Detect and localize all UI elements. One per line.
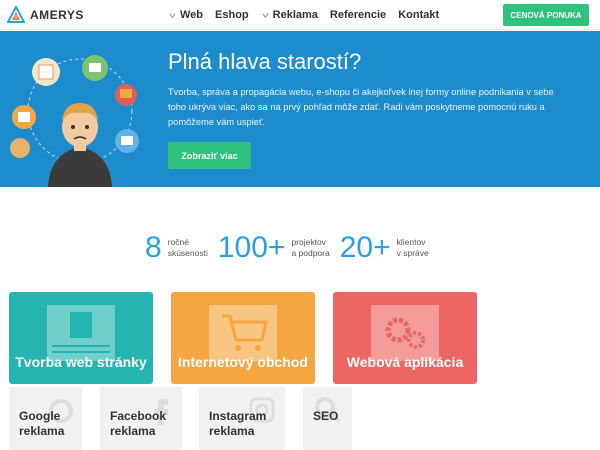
menu-item-label: Web xyxy=(180,9,204,21)
menu-item-web[interactable]: Web xyxy=(168,9,203,21)
small-service-label: Google reklama xyxy=(19,409,64,439)
hero-description: Tvorba, správa a propagácia webu, e-shop… xyxy=(168,87,554,127)
stat-label-line: a podpora xyxy=(291,248,330,258)
stat-label-line: ročné xyxy=(167,237,189,247)
small-service-label: Instagram reklama xyxy=(209,409,266,439)
small-service-line: reklama xyxy=(19,424,65,438)
service-card-label: Tvorba web stránky xyxy=(15,354,147,370)
stat-experience: 8 ročné skúsenosti xyxy=(145,232,208,264)
small-service-line: reklama xyxy=(209,424,255,438)
small-service-label: SEO xyxy=(313,409,338,424)
logo[interactable]: AMERYS xyxy=(7,6,84,24)
stats-row: 8 ročné skúsenosti 100+ projektov a podp… xyxy=(145,232,439,264)
stat-number: 100+ xyxy=(217,231,286,264)
small-service-line: Google xyxy=(19,409,61,423)
stat-label-line: klientov xyxy=(396,237,426,247)
menu-item-reklama[interactable]: Reklama xyxy=(261,9,318,21)
small-service-label: Facebook reklama xyxy=(110,409,166,439)
service-facebook-ads[interactable]: Facebook reklama xyxy=(100,387,182,450)
service-google-ads[interactable]: Google reklama xyxy=(9,387,82,450)
brand-name: AMERYS xyxy=(30,8,84,22)
service-card-label: Webová aplikácia xyxy=(346,354,464,370)
stat-label: projektov a podpora xyxy=(291,237,329,259)
stat-label-line: v správe xyxy=(396,248,429,258)
stat-number: 8 xyxy=(145,231,162,264)
stat-label: klientov v správe xyxy=(397,237,429,259)
menu-item-eshop[interactable]: Eshop xyxy=(215,9,249,21)
service-card-webapp[interactable]: Webová aplikácia xyxy=(333,292,477,384)
small-service-line: SEO xyxy=(313,409,339,423)
menu-item-kontakt[interactable]: Kontakt xyxy=(398,9,439,21)
small-service-line: Instagram xyxy=(209,409,267,423)
stat-number: 20+ xyxy=(339,231,391,264)
hero-title: Plná hlava starostí? xyxy=(168,49,362,74)
service-card-web[interactable]: Tvorba web stránky xyxy=(9,292,153,384)
stat-label-line: projektov xyxy=(291,237,326,247)
page: AMERYS Web Eshop Reklama Referencie Kont… xyxy=(0,0,600,450)
chevron-down-icon xyxy=(261,12,269,18)
menu-item-referencie[interactable]: Referencie xyxy=(330,9,386,21)
top-navbar: AMERYS Web Eshop Reklama Referencie Kont… xyxy=(0,0,600,30)
menu-item-label: Reklama xyxy=(272,9,318,21)
worried-man-illustration xyxy=(10,55,139,187)
main-menu: Web Eshop Reklama Referencie Kontakt xyxy=(168,0,451,30)
stat-label-line: skúsenosti xyxy=(167,248,208,258)
small-service-line: reklama xyxy=(110,424,156,438)
stat-clients: 20+ klientov v správe xyxy=(340,232,429,264)
menu-item-label: Kontakt xyxy=(398,9,440,21)
chevron-down-icon xyxy=(169,12,176,18)
service-card-label: Internetový obchod xyxy=(178,354,308,370)
stat-label: ročné skúsenosti xyxy=(168,237,208,259)
price-offer-button[interactable]: CENOVÁ PONUKA xyxy=(503,4,589,26)
menu-item-label: Eshop xyxy=(215,9,249,21)
menu-item-label: Referencie xyxy=(329,9,387,21)
service-instagram-ads[interactable]: Instagram reklama xyxy=(199,387,285,450)
show-more-button[interactable]: Zobraziť viac xyxy=(168,142,251,169)
logo-icon xyxy=(7,6,25,23)
stat-projects: 100+ projektov a podpora xyxy=(218,232,330,264)
service-seo[interactable]: SEO xyxy=(303,387,352,450)
service-card-eshop[interactable]: Internetový obchod xyxy=(171,292,315,384)
hero-section: Plná hlava starostí? Tvorba, správa a pr… xyxy=(0,31,600,187)
small-service-line: Facebook xyxy=(110,409,167,423)
